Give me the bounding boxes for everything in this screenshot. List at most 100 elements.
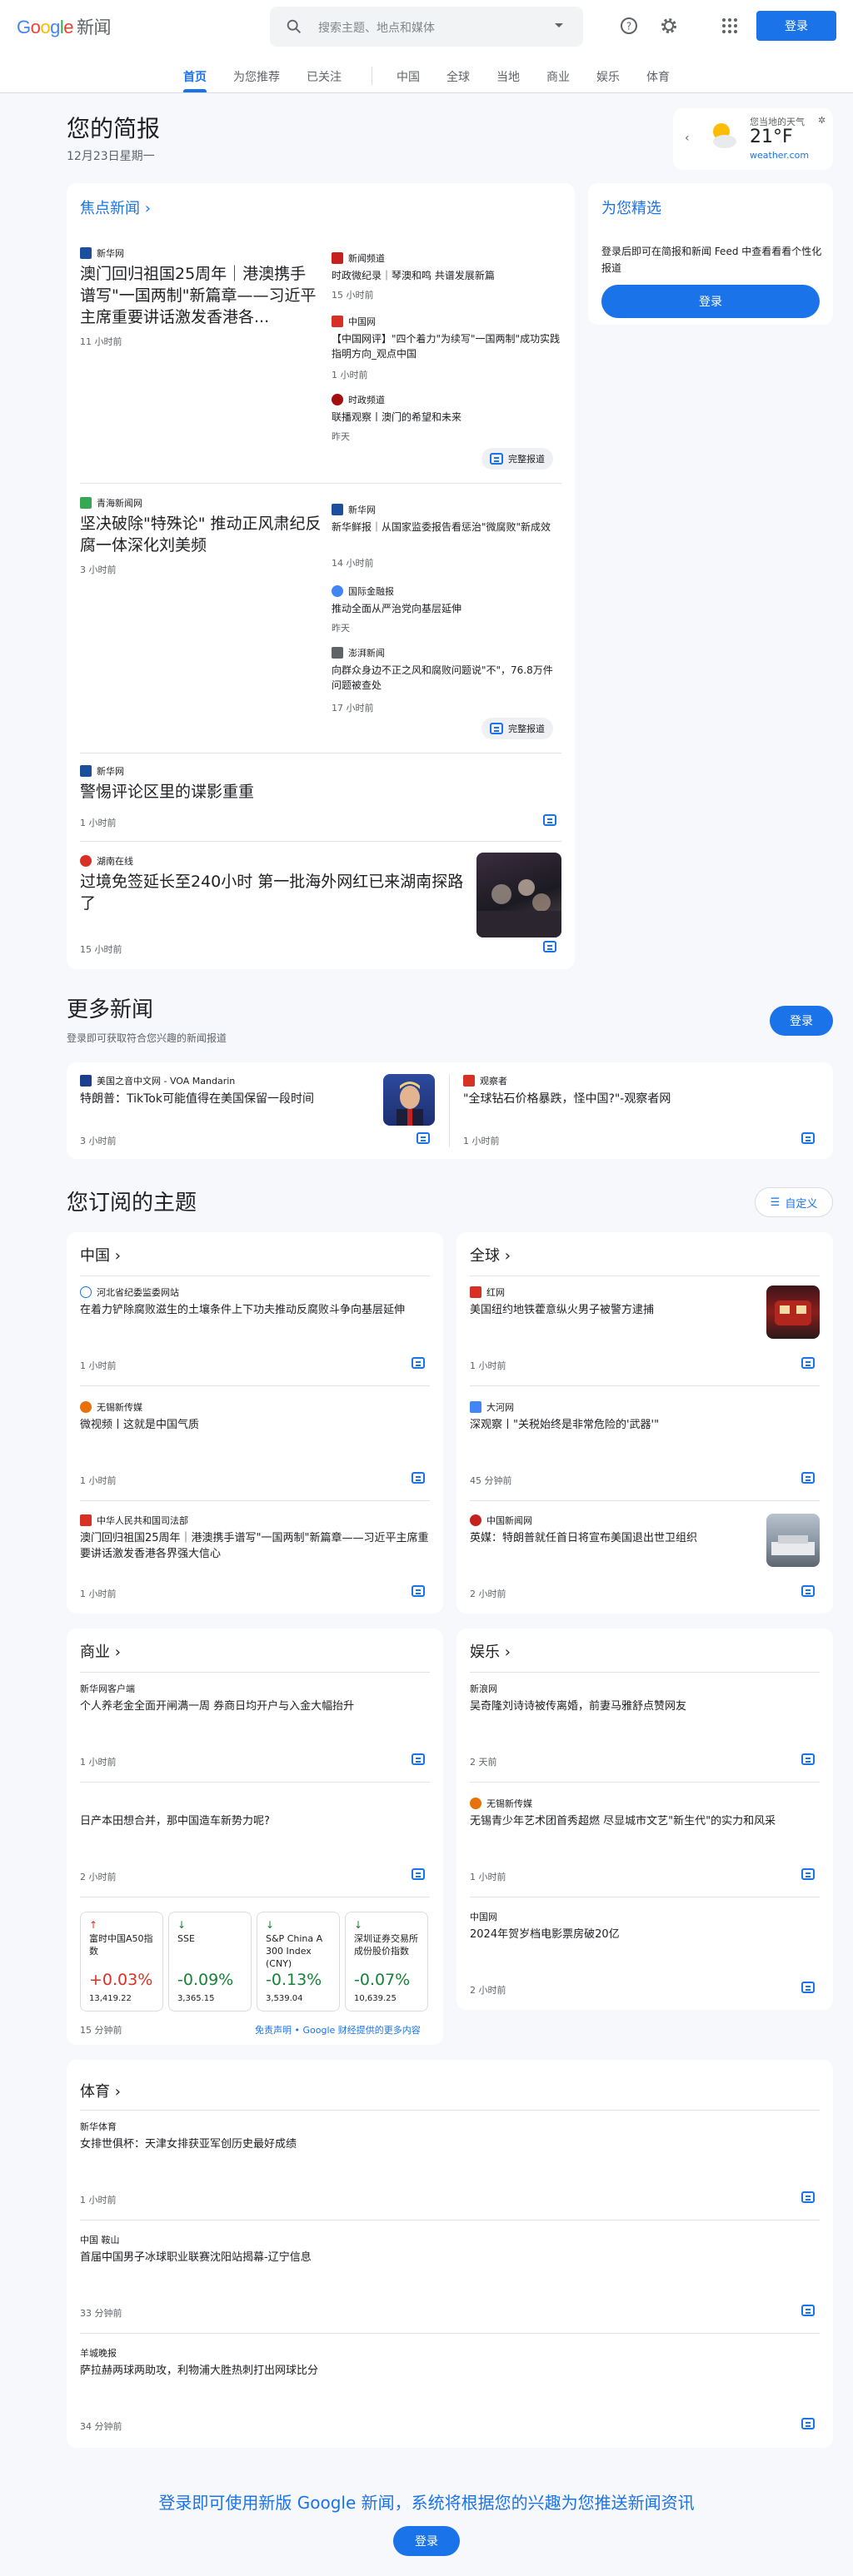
active-tab-indicator [183, 89, 207, 92]
tab-world[interactable]: 全球 [446, 68, 470, 85]
headline-link[interactable]: 新华鲜报｜从国家监委报告看惩治"微腐败"新成效 [332, 520, 561, 535]
customize-button[interactable]: ☰ 自定义 [755, 1187, 833, 1217]
full-coverage-icon[interactable] [801, 1472, 815, 1484]
gear-icon[interactable] [659, 16, 679, 36]
settings-small-icon[interactable]: ✲ [818, 115, 826, 126]
search-dropdown-icon[interactable] [555, 23, 563, 27]
signin-button[interactable]: 登录 [756, 11, 836, 41]
headline-link[interactable]: 微视频丨这就是中国气质 [80, 1417, 430, 1433]
apps-grid-icon[interactable] [720, 16, 740, 36]
headline-link[interactable]: 推动全面从严治党向基层延伸 [332, 601, 561, 616]
headline-link[interactable]: 女排世俱杯：天津女排获亚军创历史最好成绩 [80, 2136, 796, 2152]
headline-link[interactable]: 向群众身边不正之风和腐败问题说"不"，76.8万件问题被查处 [332, 663, 561, 693]
topic-title-link[interactable]: 商业 › [80, 1640, 121, 1662]
headline-link[interactable]: 首届中国男子冰球职业联赛沈阳站揭幕-辽宁信息 [80, 2250, 796, 2265]
full-coverage-icon[interactable] [801, 1982, 815, 1993]
weather-source-link[interactable]: weather.com [750, 150, 809, 161]
headline-link[interactable]: 【中国网评】"四个着力"为续写"一国两制"成功实践指明方向_观点中国 [332, 331, 561, 361]
tab-entertainment[interactable]: 娱乐 [596, 68, 620, 85]
headline-link[interactable]: 过境免签延长至240小时 第一批海外网红已来湖南探路了 [80, 871, 468, 914]
chevron-left-icon[interactable]: ‹ [685, 132, 690, 145]
stock-card[interactable]: ↓ S&P China A 300 Index (CNY) -0.13% 3,539.… [257, 1912, 340, 2012]
headline-link[interactable]: 英媒：特朗普就任首日将宣布美国退出世卫组织 [470, 1530, 753, 1546]
search-box[interactable]: 搜索主题、地点和媒体 [270, 7, 583, 47]
headline-link[interactable]: 美国纽约地铁藿意纵火男子被警方逮捕 [470, 1302, 753, 1318]
arrow-down-icon: ↓ [177, 1919, 187, 1931]
stock-card[interactable]: ↑ 富时中国A50指数 +0.03% 13,419.22 [80, 1912, 163, 2012]
stock-card[interactable]: ↓ 深圳证券交易所成份股价指数 -0.07% 10,639.25 [345, 1912, 428, 2012]
source-label: 新华网 [332, 503, 376, 516]
headline-link[interactable]: "全球钻石价格暴跌，怪中国?"-观察者网 [463, 1091, 813, 1107]
headline-link[interactable]: 个人养老金全面开闸满一周 券商日均开户与入金大幅抬升 [80, 1698, 430, 1714]
picks-signin-button[interactable]: 登录 [601, 285, 820, 318]
help-icon[interactable]: ? [619, 16, 639, 36]
headline-link[interactable]: 澳门回归祖国25周年｜港澳携手谱写"一国两制"新篇章——习近平主席重要讲话激发香… [80, 263, 322, 328]
story-thumbnail[interactable] [383, 1074, 435, 1126]
more-news-signin-button[interactable]: 登录 [770, 1006, 833, 1036]
divider [80, 2333, 820, 2334]
source-label: 观察者 [463, 1074, 507, 1087]
source-label: 新闻频道 [332, 251, 385, 265]
full-coverage-icon[interactable] [801, 2191, 815, 2203]
headline-link[interactable]: 2024年贺岁档电影票房破20亿 [470, 1927, 820, 1942]
full-coverage-icon[interactable] [801, 1357, 815, 1369]
source-logo-icon [80, 497, 92, 509]
full-coverage-icon[interactable] [412, 1472, 425, 1484]
full-coverage-icon[interactable] [412, 1753, 425, 1765]
headline-link[interactable]: 萨拉赫两球两助攻，利物浦大胜热刺打出网球比分 [80, 2363, 796, 2379]
full-coverage-icon[interactable] [801, 2418, 815, 2429]
full-coverage-button[interactable]: 完整报道 [481, 448, 553, 470]
headline-link[interactable]: 时政微纪录｜琴澳和鸣 共谱发展新篇 [332, 268, 561, 283]
story-thumbnail[interactable] [766, 1514, 820, 1567]
story-thumbnail[interactable] [476, 853, 561, 937]
full-coverage-icon[interactable] [412, 1868, 425, 1880]
topic-title-link[interactable]: 全球 › [470, 1244, 511, 1266]
topic-title-link[interactable]: 体育 › [80, 2080, 121, 2101]
full-coverage-button[interactable]: 完整报道 [481, 718, 553, 739]
headline-link[interactable]: 特朗普：TikTok可能值得在美国保留一段时间 [80, 1091, 397, 1107]
story-thumbnail[interactable] [766, 1286, 820, 1339]
tab-local[interactable]: 当地 [496, 68, 520, 85]
full-coverage-icon[interactable] [412, 1357, 425, 1369]
divider [470, 1782, 820, 1783]
tab-following[interactable]: 已关注 [307, 68, 342, 85]
full-coverage-icon[interactable] [543, 941, 556, 952]
tab-home[interactable]: 首页 [183, 68, 207, 85]
headline-link[interactable]: 坚决破除"特殊论" 推动正风肃纪反腐一体深化刘美频 [80, 513, 322, 556]
full-coverage-icon[interactable] [801, 1868, 815, 1880]
topic-title-link[interactable]: 中国 › [80, 1244, 121, 1266]
weather-widget[interactable]: ‹ 您当地的天气 ✲ 21°F weather.com [673, 108, 833, 170]
headline-link[interactable]: 深观察丨"关税始终是非常危险的'武器'" [470, 1417, 820, 1433]
topic-title-link[interactable]: 娱乐 › [470, 1640, 511, 1662]
full-coverage-icon[interactable] [801, 1753, 815, 1765]
footer-signin-button[interactable]: 登录 [393, 2526, 460, 2556]
tab-for-you[interactable]: 为您推荐 [233, 68, 280, 85]
source-label: 国际金融报 [332, 584, 394, 598]
time-label: 1 小时前 [80, 1757, 117, 1768]
full-coverage-icon[interactable] [543, 814, 556, 826]
headline-link[interactable]: 日产本田想合并，那中国造车新势力呢? [80, 1813, 430, 1829]
source-label: 中国网 [332, 315, 376, 328]
full-coverage-icon[interactable] [801, 2305, 815, 2316]
headline-link[interactable]: 吴奇隆刘诗诗被传离婚，前妻马雅舒点赞网友 [470, 1698, 820, 1714]
finance-links[interactable]: 免责声明 • Google 财经提供的更多内容 [255, 2023, 421, 2036]
more-news-subtitle: 登录即可获取符合您兴趣的新闻报道 [67, 1032, 227, 1044]
full-coverage-icon[interactable] [801, 1585, 815, 1597]
tab-china[interactable]: 中国 [397, 68, 420, 85]
arrow-up-icon: ↑ [89, 1919, 98, 1931]
tab-sports[interactable]: 体育 [646, 68, 670, 85]
google-news-logo[interactable]: Google 新闻 [17, 14, 112, 39]
full-coverage-icon[interactable] [412, 1585, 425, 1597]
headline-link[interactable]: 在着力铲除腐败滋生的土壤条件上下功夫推动反腐败斗争向基层延伸 [80, 1302, 430, 1318]
search-input[interactable]: 搜索主题、地点和媒体 [318, 19, 435, 36]
stock-card[interactable]: ↓ SSE -0.09% 3,365.15 [168, 1912, 252, 2012]
headline-link[interactable]: 联播观察丨澳门的希望和未来 [332, 410, 561, 425]
tab-business[interactable]: 商业 [546, 68, 570, 85]
source-label: 时政频道 [332, 393, 385, 406]
top-stories-title[interactable]: 焦点新闻 › [80, 196, 151, 218]
full-coverage-icon[interactable] [417, 1132, 430, 1144]
headline-link[interactable]: 澳门回归祖国25周年｜港澳携手谱写"一国两制"新篇章——习近平主席重要讲话激发香… [80, 1530, 430, 1562]
headline-link[interactable]: 无锡青少年艺术团首秀超燃 尽显城市文艺"新生代"的实力和风采 [470, 1813, 820, 1829]
full-coverage-icon[interactable] [801, 1132, 815, 1144]
headline-link[interactable]: 警惕评论区里的谍影重重 [80, 781, 530, 803]
